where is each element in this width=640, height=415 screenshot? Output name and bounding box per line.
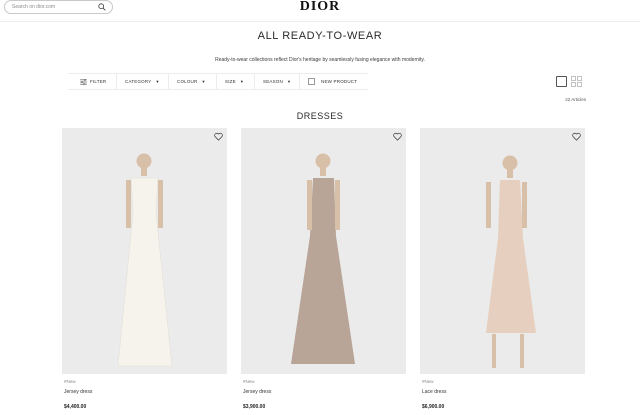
filter-bar: FILTER CATEGORY ▼ COLOUR ▼ SIZE ▼ SEASON… <box>68 73 368 90</box>
sliders-icon <box>80 78 87 85</box>
product-name[interactable]: Jersey dress <box>243 389 271 395</box>
product-image[interactable] <box>62 128 227 374</box>
dior-logo[interactable]: DIOR <box>0 0 640 15</box>
product-image[interactable] <box>420 128 585 374</box>
caret-down-icon: ▼ <box>286 79 292 84</box>
product-price: $6,900.00 <box>422 404 445 410</box>
page-title: ALL READY-TO-WEAR <box>257 30 383 42</box>
new-product-label: NEW PRODUCT <box>321 79 358 84</box>
colour-dropdown[interactable]: COLOUR ▼ <box>169 74 217 89</box>
new-badge: #New <box>243 379 255 384</box>
new-product-toggle[interactable]: NEW PRODUCT <box>300 74 368 89</box>
season-dropdown[interactable]: SEASON ▼ <box>255 74 300 89</box>
product-price: $4,400.00 <box>64 404 87 410</box>
product-image[interactable] <box>241 128 406 374</box>
product-name[interactable]: Lace dress <box>422 389 446 395</box>
grid-view-icon[interactable] <box>571 76 582 87</box>
product-card[interactable]: #New Jersey dress $3,900.00 <box>241 128 406 410</box>
colour-label: COLOUR <box>177 79 198 84</box>
heart-icon[interactable] <box>572 132 581 141</box>
page-subtitle: Ready-to-wear collections reflect Dior's… <box>215 57 425 63</box>
article-count: 22 Articles <box>565 97 586 102</box>
product-card[interactable]: #New Lace dress $6,900.00 <box>420 128 585 410</box>
caret-down-icon: ▼ <box>239 79 244 84</box>
new-product-checkbox[interactable] <box>308 78 315 85</box>
view-toggle <box>556 76 582 87</box>
filter-button[interactable]: FILTER <box>68 74 117 89</box>
product-price: $3,900.00 <box>243 404 266 410</box>
category-label: CATEGORY <box>125 79 152 84</box>
header-divider <box>0 21 640 22</box>
caret-down-icon: ▼ <box>155 79 160 84</box>
season-label: SEASON <box>263 79 283 84</box>
heart-icon[interactable] <box>214 132 223 141</box>
filter-label: FILTER <box>90 79 107 84</box>
new-badge: #New <box>64 379 76 384</box>
heart-icon[interactable] <box>393 132 402 141</box>
caret-down-icon: ▼ <box>201 79 206 84</box>
section-title: DRESSES <box>296 111 344 121</box>
size-label: SIZE <box>225 79 236 84</box>
product-name[interactable]: Jersey dress <box>64 389 92 395</box>
large-view-icon[interactable] <box>556 76 567 87</box>
new-badge: #New <box>422 379 434 384</box>
product-card[interactable]: #New Jersey dress $4,400.00 <box>62 128 227 410</box>
size-dropdown[interactable]: SIZE ▼ <box>217 74 255 89</box>
category-dropdown[interactable]: CATEGORY ▼ <box>117 74 169 89</box>
